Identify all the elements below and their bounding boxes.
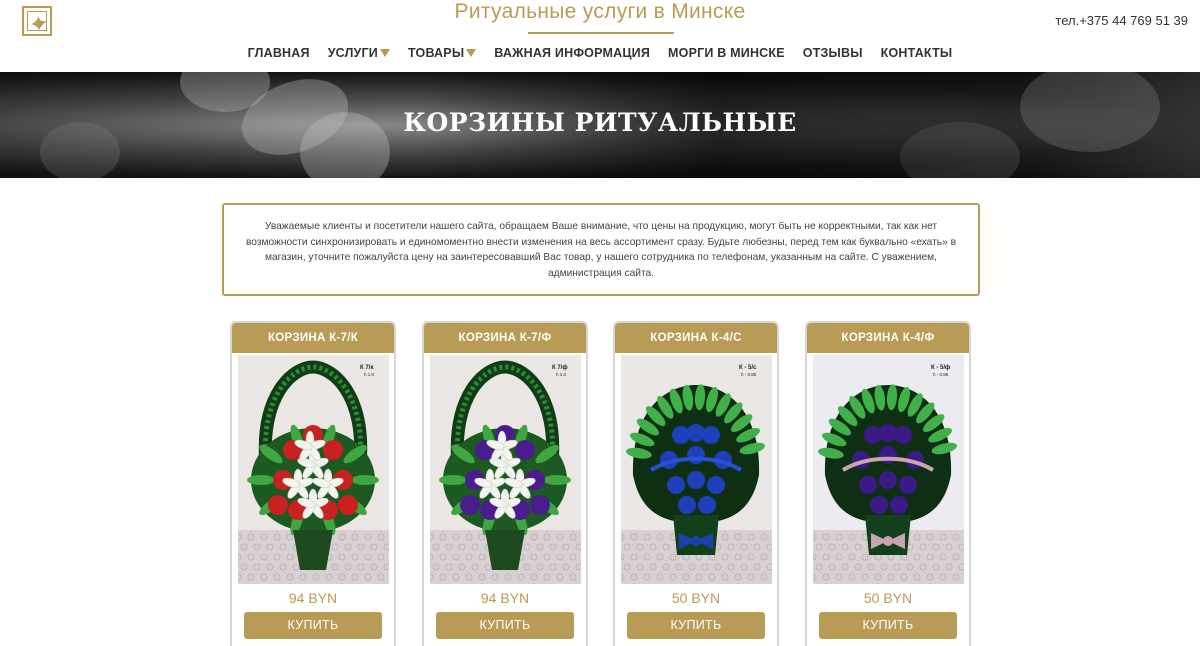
product-title[interactable]: КОРЗИНА К-4/С: [615, 323, 777, 353]
product-tag-height: h 1.0: [556, 372, 567, 377]
product-tag: К - 5/с: [739, 365, 757, 371]
buy-button[interactable]: КУПИТЬ: [244, 612, 382, 639]
product-price: 94 BYN: [288, 590, 338, 606]
product-card[interactable]: КОРЗИНА К-4/С К - 5/с h - 0.85 50 BYN КУПИТЬ: [613, 321, 779, 646]
nav-item-home[interactable]: ГЛАВНАЯ: [239, 46, 319, 60]
site-header: Ритуальные услуги в Минске тел.+375 44 7…: [0, 0, 1200, 72]
product-title[interactable]: КОРЗИНА К-7/К: [232, 323, 394, 353]
product-price: 50 BYN: [671, 590, 721, 606]
nav-label: УСЛУГИ: [327, 46, 378, 60]
price-notice: Уважаемые клиенты и посетители нашего са…: [222, 203, 980, 296]
page-title: КОРЗИНЫ РИТУАЛЬНЫЕ: [403, 108, 797, 137]
product-image[interactable]: К - 5/с h - 0.85: [621, 355, 772, 584]
site-title[interactable]: Ритуальные услуги в Минске: [0, 0, 1200, 24]
nav-item-services[interactable]: УСЛУГИ: [319, 46, 399, 60]
nav-label: ВАЖНАЯ ИНФОРМАЦИЯ: [494, 46, 651, 60]
product-title[interactable]: КОРЗИНА К-7/Ф: [424, 323, 586, 353]
caret-down-icon: [466, 49, 477, 57]
buy-button[interactable]: КУПИТЬ: [627, 612, 765, 639]
product-tag-height: h 1.0: [364, 372, 375, 377]
product-image[interactable]: К 7/к h 1.0: [238, 355, 389, 584]
product-price: 94 BYN: [480, 590, 530, 606]
nav-item-contacts[interactable]: КОНТАКТЫ: [872, 46, 962, 60]
nav-label: ТОВАРЫ: [408, 46, 465, 60]
buy-button[interactable]: КУПИТЬ: [436, 612, 574, 639]
nav-label: КОНТАКТЫ: [880, 46, 953, 60]
product-tag: К - 5/ф: [931, 364, 950, 371]
product-image[interactable]: К 7/ф h 1.0: [430, 355, 581, 584]
nav-item-goods[interactable]: ТОВАРЫ: [399, 46, 485, 60]
product-tag: К 7/к: [360, 365, 373, 371]
product-title[interactable]: КОРЗИНА К-4/Ф: [807, 323, 969, 353]
main-nav: ГЛАВНАЯ УСЛУГИ ТОВАРЫ ВАЖНАЯ ИНФОРМАЦИЯ …: [0, 46, 1200, 60]
title-underline: [528, 32, 674, 34]
product-tag: К 7/ф: [552, 364, 568, 371]
nav-item-important-info[interactable]: ВАЖНАЯ ИНФОРМАЦИЯ: [485, 46, 659, 60]
product-tag-height: h - 0.85: [933, 372, 949, 377]
buy-button[interactable]: КУПИТЬ: [819, 612, 957, 639]
product-card[interactable]: КОРЗИНА К-4/Ф К - 5/ф h - 0.85 50 BYN КУПИТЬ: [805, 321, 971, 646]
product-price: 50 BYN: [863, 590, 913, 606]
nav-item-reviews[interactable]: ОТЗЫВЫ: [794, 46, 872, 60]
product-card[interactable]: КОРЗИНА К-7/Ф К 7/ф h 1.0 94 BYN КУПИТЬ: [422, 321, 588, 646]
phone-number[interactable]: тел.+375 44 769 51 39: [1055, 13, 1188, 28]
product-card[interactable]: КОРЗИНА К-7/К К 7/к h 1.0 94 BYN КУПИТЬ: [230, 321, 396, 646]
hero-banner: КОРЗИНЫ РИТУАЛЬНЫЕ: [0, 72, 1200, 178]
nav-label: МОРГИ В МИНСКЕ: [668, 46, 785, 60]
nav-item-morgues[interactable]: МОРГИ В МИНСКЕ: [659, 46, 794, 60]
nav-label: ГЛАВНАЯ: [247, 46, 310, 60]
product-tag-height: h - 0.85: [741, 372, 757, 377]
nav-label: ОТЗЫВЫ: [802, 46, 863, 60]
product-image[interactable]: К - 5/ф h - 0.85: [813, 355, 964, 584]
caret-down-icon: [380, 49, 390, 57]
